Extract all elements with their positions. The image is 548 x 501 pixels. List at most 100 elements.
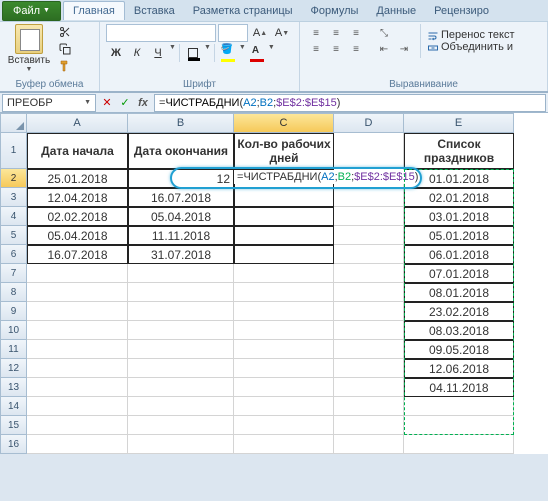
cell-A9[interactable] bbox=[27, 302, 128, 321]
cell-B10[interactable] bbox=[128, 321, 234, 340]
cancel-button[interactable]: ✕ bbox=[98, 94, 116, 112]
cell-B13[interactable] bbox=[128, 378, 234, 397]
cell-E14[interactable] bbox=[404, 397, 514, 416]
cell-C11[interactable] bbox=[234, 340, 334, 359]
tab-insert[interactable]: Вставка bbox=[125, 2, 184, 20]
formula-bar[interactable]: =ЧИСТРАБДНИ(A2;B2;$E$2:$E$15) bbox=[154, 94, 546, 112]
row-header-1[interactable]: 1 bbox=[0, 133, 27, 169]
cell-E6[interactable]: 06.01.2018 bbox=[404, 245, 514, 264]
font-color-button[interactable] bbox=[247, 44, 267, 62]
underline-button[interactable]: Ч bbox=[148, 44, 168, 62]
fx-button[interactable]: fx bbox=[134, 94, 152, 112]
cell-C16[interactable] bbox=[234, 435, 334, 454]
cell-B1[interactable]: Дата окончания bbox=[128, 133, 234, 169]
cell-B14[interactable] bbox=[128, 397, 234, 416]
cell-B4[interactable]: 05.04.2018 bbox=[128, 207, 234, 226]
cell-A15[interactable] bbox=[27, 416, 128, 435]
cell-E8[interactable]: 08.01.2018 bbox=[404, 283, 514, 302]
cell-C9[interactable] bbox=[234, 302, 334, 321]
cell-B8[interactable] bbox=[128, 283, 234, 302]
file-menu-button[interactable]: Файл ▼ bbox=[2, 1, 61, 21]
name-box[interactable]: ПРЕОБР ▼ bbox=[2, 94, 96, 112]
row-header-2[interactable]: 2 bbox=[0, 169, 27, 188]
cell-D6[interactable] bbox=[334, 245, 404, 264]
cell-A1[interactable]: Дата начала bbox=[27, 133, 128, 169]
cell-B11[interactable] bbox=[128, 340, 234, 359]
copy-button[interactable] bbox=[56, 41, 74, 57]
cell-C3[interactable] bbox=[234, 188, 334, 207]
increase-indent-button[interactable]: ⇥ bbox=[394, 41, 414, 57]
row-header-15[interactable]: 15 bbox=[0, 416, 27, 435]
cell-A10[interactable] bbox=[27, 321, 128, 340]
paste-button[interactable]: Вставить ▼ bbox=[6, 24, 52, 73]
row-header-16[interactable]: 16 bbox=[0, 435, 27, 454]
cut-button[interactable] bbox=[56, 24, 74, 40]
font-size-select[interactable] bbox=[218, 24, 248, 42]
tab-home[interactable]: Главная bbox=[63, 1, 125, 20]
align-middle-button[interactable]: ≡ bbox=[326, 25, 346, 41]
cell-C12[interactable] bbox=[234, 359, 334, 378]
cell-A8[interactable] bbox=[27, 283, 128, 302]
decrease-indent-button[interactable]: ⇤ bbox=[374, 41, 394, 57]
align-center-button[interactable]: ≡ bbox=[326, 41, 346, 57]
cell-D12[interactable] bbox=[334, 359, 404, 378]
cell-E4[interactable]: 03.01.2018 bbox=[404, 207, 514, 226]
align-left-button[interactable]: ≡ bbox=[306, 41, 326, 57]
fill-color-button[interactable] bbox=[218, 44, 238, 62]
row-header-13[interactable]: 13 bbox=[0, 378, 27, 397]
tab-data[interactable]: Данные bbox=[367, 2, 425, 20]
row-header-4[interactable]: 4 bbox=[0, 207, 27, 226]
borders-button[interactable] bbox=[183, 44, 203, 62]
tab-review[interactable]: Рецензиро bbox=[425, 2, 498, 20]
cell-B16[interactable] bbox=[128, 435, 234, 454]
cell-E9[interactable]: 23.02.2018 bbox=[404, 302, 514, 321]
tab-page-layout[interactable]: Разметка страницы bbox=[184, 2, 302, 20]
cell-B9[interactable] bbox=[128, 302, 234, 321]
cell-B3[interactable]: 16.07.2018 bbox=[128, 188, 234, 207]
cell-D5[interactable] bbox=[334, 226, 404, 245]
spreadsheet-grid[interactable]: A B C D E 1 Дата начала Дата окончания К… bbox=[0, 113, 548, 454]
cell-A3[interactable]: 12.04.2018 bbox=[27, 188, 128, 207]
cell-B15[interactable] bbox=[128, 416, 234, 435]
cell-C1[interactable]: Кол-во рабочих дней bbox=[234, 133, 334, 169]
align-right-button[interactable]: ≡ bbox=[346, 41, 366, 57]
merge-center-button[interactable]: Объединить и bbox=[427, 41, 515, 53]
cell-D4[interactable] bbox=[334, 207, 404, 226]
orientation-button[interactable]: ⤡ bbox=[374, 25, 394, 41]
cell-D8[interactable] bbox=[334, 283, 404, 302]
cell-A11[interactable] bbox=[27, 340, 128, 359]
align-bottom-button[interactable]: ≡ bbox=[346, 25, 366, 41]
cell-A2[interactable]: 25.01.2018 bbox=[27, 169, 128, 188]
cell-D15[interactable] bbox=[334, 416, 404, 435]
cell-E11[interactable]: 09.05.2018 bbox=[404, 340, 514, 359]
row-header-8[interactable]: 8 bbox=[0, 283, 27, 302]
cell-D14[interactable] bbox=[334, 397, 404, 416]
col-header-D[interactable]: D bbox=[334, 113, 404, 133]
font-family-select[interactable] bbox=[106, 24, 216, 42]
cell-B5[interactable]: 11.11.2018 bbox=[128, 226, 234, 245]
cell-E16[interactable] bbox=[404, 435, 514, 454]
col-header-C[interactable]: C bbox=[234, 113, 334, 133]
tab-formulas[interactable]: Формулы bbox=[302, 2, 368, 20]
cell-B2[interactable]: 12 bbox=[128, 169, 234, 188]
col-header-B[interactable]: B bbox=[128, 113, 234, 133]
row-header-11[interactable]: 11 bbox=[0, 340, 27, 359]
cell-A16[interactable] bbox=[27, 435, 128, 454]
cell-E3[interactable]: 02.01.2018 bbox=[404, 188, 514, 207]
cell-D3[interactable] bbox=[334, 188, 404, 207]
cell-C10[interactable] bbox=[234, 321, 334, 340]
cell-A4[interactable]: 02.02.2018 bbox=[27, 207, 128, 226]
bold-button[interactable]: Ж bbox=[106, 44, 126, 62]
cell-D16[interactable] bbox=[334, 435, 404, 454]
cell-E10[interactable]: 08.03.2018 bbox=[404, 321, 514, 340]
cell-A5[interactable]: 05.04.2018 bbox=[27, 226, 128, 245]
cell-D11[interactable] bbox=[334, 340, 404, 359]
decrease-font-button[interactable]: A▼ bbox=[272, 24, 292, 42]
row-header-14[interactable]: 14 bbox=[0, 397, 27, 416]
cell-C2-editing[interactable]: =ЧИСТРАБДНИ(A2;B2;$E$2:$E$15) bbox=[234, 170, 421, 184]
cell-C7[interactable] bbox=[234, 264, 334, 283]
cell-D7[interactable] bbox=[334, 264, 404, 283]
row-header-5[interactable]: 5 bbox=[0, 226, 27, 245]
align-top-button[interactable]: ≡ bbox=[306, 25, 326, 41]
cell-C8[interactable] bbox=[234, 283, 334, 302]
